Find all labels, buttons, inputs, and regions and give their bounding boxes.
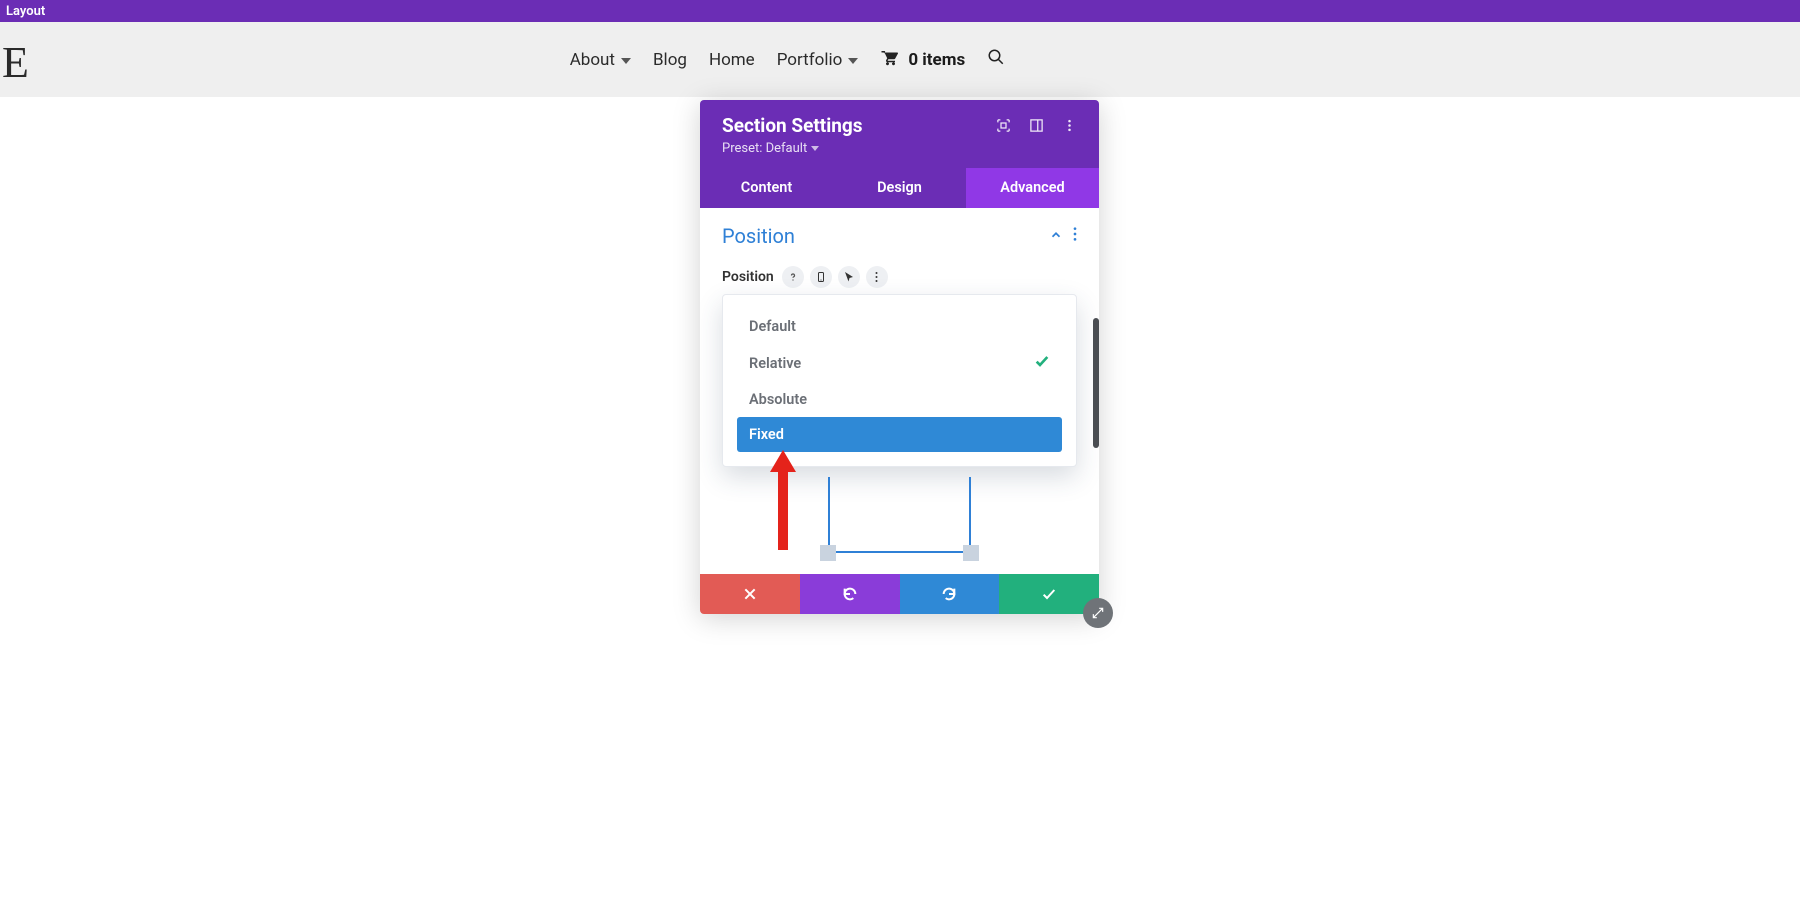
- check-icon: [1034, 353, 1050, 373]
- nav-link-home[interactable]: Home: [709, 50, 755, 70]
- nav-link-about[interactable]: About: [570, 50, 631, 70]
- search-icon: [987, 48, 1005, 71]
- nav-link-blog[interactable]: Blog: [653, 50, 687, 70]
- panel-tabs: Content Design Advanced: [700, 168, 1099, 208]
- nav-cart[interactable]: 0 items: [880, 48, 965, 71]
- position-origin-preview[interactable]: [750, 477, 1049, 561]
- tab-design[interactable]: Design: [833, 168, 966, 208]
- nav-link-label: Home: [709, 50, 755, 70]
- panel-header: Section Settings Preset: Default: [700, 100, 1099, 168]
- nav-links: About Blog Home Portfolio 0 items: [570, 48, 1005, 71]
- panel-resize-handle[interactable]: [1083, 598, 1113, 628]
- option-label: Relative: [749, 355, 801, 372]
- option-label: Default: [749, 318, 796, 335]
- redo-button[interactable]: [900, 574, 1000, 614]
- site-logo: E: [2, 37, 29, 88]
- tab-advanced[interactable]: Advanced: [966, 168, 1099, 208]
- hover-icon[interactable]: [838, 266, 860, 288]
- cancel-button[interactable]: [700, 574, 800, 614]
- nav-link-portfolio[interactable]: Portfolio: [777, 50, 859, 70]
- position-dropdown[interactable]: Default Relative Absolute Fixed: [722, 294, 1077, 467]
- panel-footer: [700, 574, 1099, 614]
- origin-handle-bottom-left[interactable]: [820, 545, 836, 561]
- nav-link-label: Portfolio: [777, 50, 843, 70]
- topbar-label: Layout: [6, 4, 45, 19]
- chevron-down-icon: [621, 58, 631, 64]
- cart-count-label: 0 items: [908, 50, 965, 70]
- builder-topbar: Layout: [0, 0, 1800, 22]
- nav-link-label: About: [570, 50, 615, 70]
- help-icon[interactable]: [782, 266, 804, 288]
- section-title-position[interactable]: Position: [722, 224, 795, 248]
- position-field-row: Position: [722, 266, 1077, 288]
- site-navbar: E About Blog Home Portfolio 0 items: [0, 22, 1800, 97]
- origin-frame: [828, 477, 971, 553]
- more-icon[interactable]: [1062, 118, 1077, 133]
- chevron-down-icon: [848, 58, 858, 64]
- option-label: Fixed: [749, 426, 784, 443]
- undo-button[interactable]: [800, 574, 900, 614]
- nav-link-label: Blog: [653, 50, 687, 70]
- panel-body: Position Position: [700, 208, 1099, 566]
- option-label: Absolute: [749, 391, 807, 408]
- position-option-fixed[interactable]: Fixed: [737, 417, 1062, 452]
- panel-title: Section Settings: [722, 114, 996, 137]
- expand-icon[interactable]: [996, 118, 1011, 133]
- field-more-icon[interactable]: [866, 266, 888, 288]
- tab-content[interactable]: Content: [700, 168, 833, 208]
- origin-handle-bottom-right[interactable]: [963, 545, 979, 561]
- nav-search[interactable]: [987, 48, 1005, 71]
- preset-selector[interactable]: Preset: Default: [722, 141, 996, 156]
- dock-icon[interactable]: [1029, 118, 1044, 133]
- position-option-relative[interactable]: Relative: [737, 344, 1062, 382]
- position-option-default[interactable]: Default: [737, 309, 1062, 344]
- field-label-position: Position: [722, 269, 774, 285]
- section-more-icon[interactable]: [1073, 226, 1077, 246]
- preset-label: Preset: Default: [722, 141, 807, 156]
- position-option-absolute[interactable]: Absolute: [737, 382, 1062, 417]
- scrollbar-thumb[interactable]: [1093, 318, 1099, 448]
- caret-down-icon: [811, 146, 819, 151]
- section-settings-panel: Section Settings Preset: Default Content…: [700, 100, 1099, 614]
- chevron-up-icon[interactable]: [1049, 227, 1063, 246]
- responsive-icon[interactable]: [810, 266, 832, 288]
- cart-icon: [880, 48, 898, 71]
